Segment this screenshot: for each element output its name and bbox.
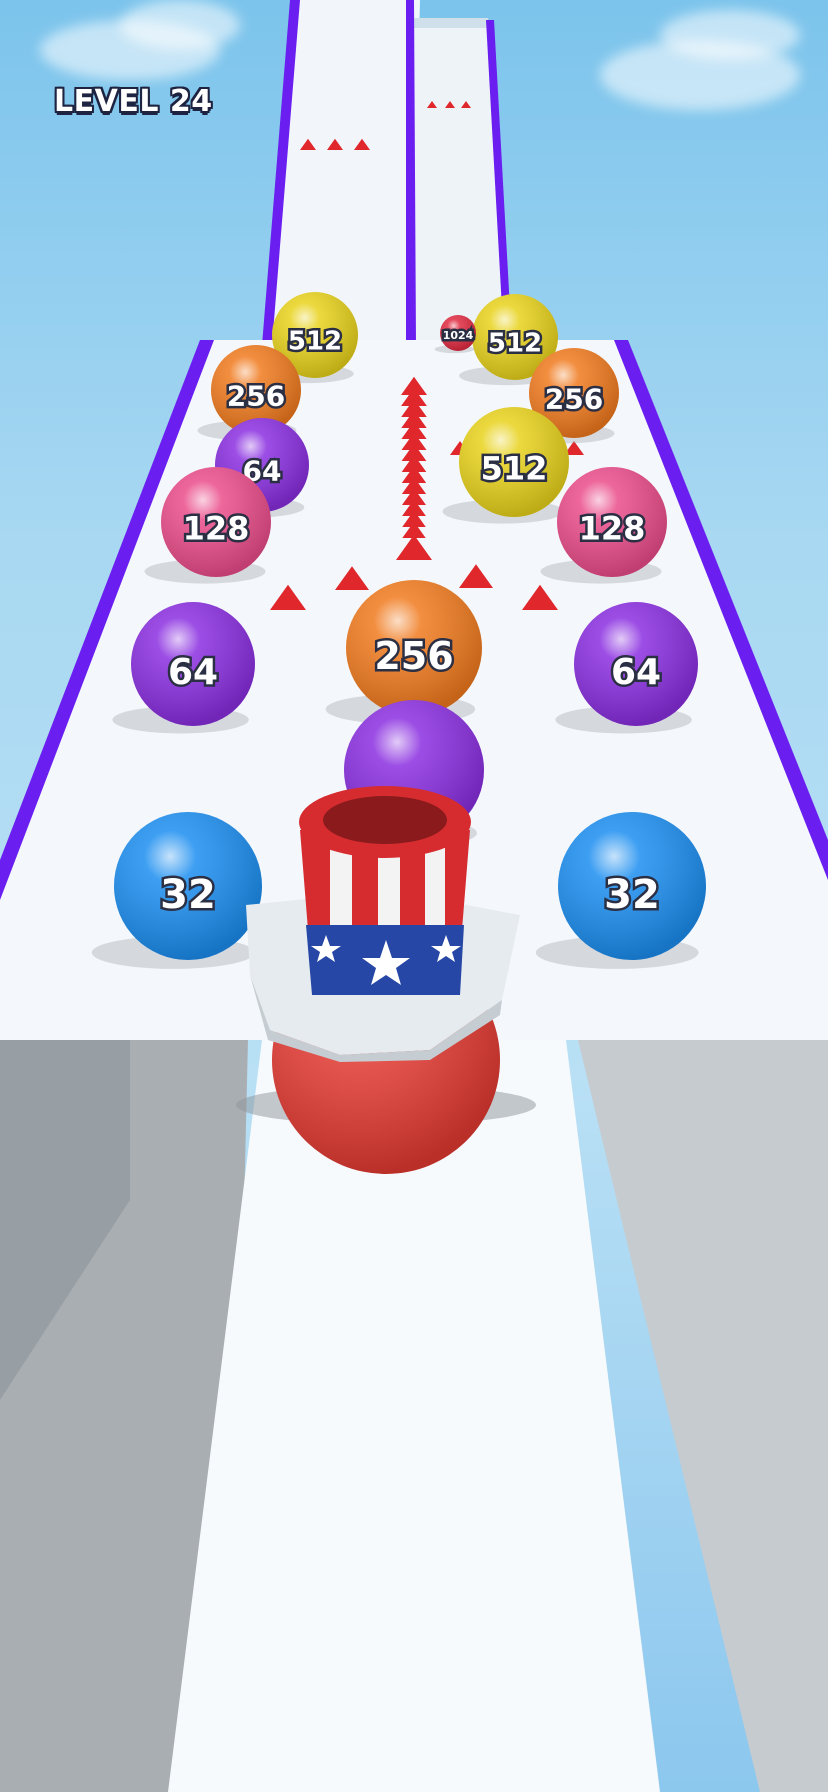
ball-value-label: 32 [160,872,216,918]
level-label: LEVEL 24 [54,84,213,119]
ball-value-label: 64 [611,652,661,693]
ball-value-label: 256 [545,382,603,415]
game-scene[interactable]: 512 512 1024 256 256 64 512 128 128 256 64 64 32 32 [0,0,828,1792]
ball-value-label: 512 [488,328,542,358]
ball-value-label: 32 [604,872,660,918]
ball-value-label: 512 [288,326,342,356]
ball-value-label: 512 [481,450,548,488]
ball-value-label: 256 [374,634,453,678]
ball-value-label: 64 [168,652,218,693]
ball-value-label: 128 [183,510,250,548]
ball-value-label: 128 [579,510,646,548]
ball-value-label: 256 [227,379,285,412]
far-track-end [412,18,490,28]
ball-value-label: 1024 [443,329,474,342]
game-world[interactable]: 512 5121024256 25664 512128 12825664 6432 32 [0,0,828,1792]
